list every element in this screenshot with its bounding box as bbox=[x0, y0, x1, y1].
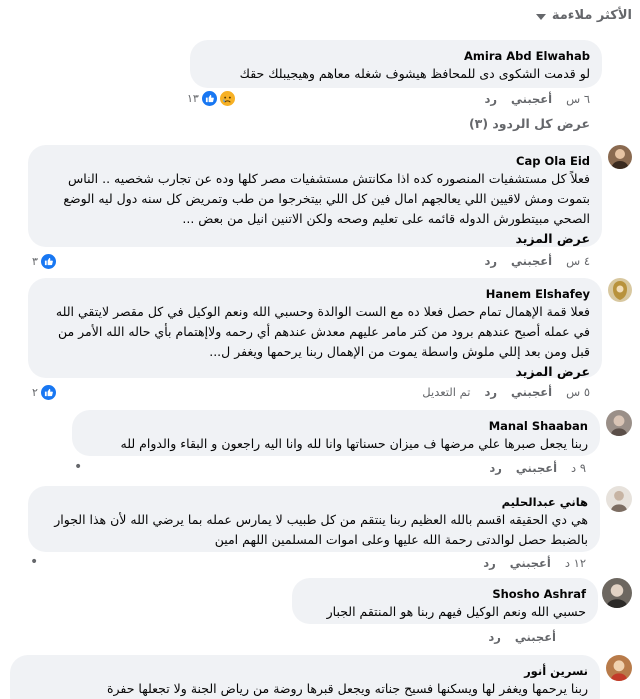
reactions-count[interactable]: ٢ bbox=[30, 384, 58, 401]
avatar[interactable] bbox=[606, 655, 632, 681]
comment-bubble: Shosho Ashraf حسبي الله ونعم الوكيل فيهم… bbox=[292, 578, 598, 624]
reactions-count[interactable]: ٣ bbox=[30, 253, 58, 270]
like-button[interactable]: أعجبني bbox=[510, 556, 551, 570]
reactions-count[interactable]: ١٣ bbox=[185, 90, 237, 107]
comment-bubble: Amira Abd Elwahab لو قدمت الشكوى دى للمح… bbox=[190, 40, 602, 88]
avatar[interactable] bbox=[608, 145, 632, 169]
reply-button[interactable]: رد bbox=[483, 556, 496, 570]
comment-text: فعلاً كل مستشفيات المنصوره كده اذا مكانت… bbox=[63, 171, 590, 226]
reply-button[interactable]: رد bbox=[488, 630, 501, 644]
avatar[interactable] bbox=[608, 278, 632, 302]
see-more-link[interactable]: عرض المزيد bbox=[40, 229, 590, 249]
reply-button[interactable]: رد bbox=[484, 92, 497, 106]
comment-author[interactable]: Hanem Elshafey bbox=[40, 286, 590, 302]
comment-author[interactable]: Cap Ola Eid bbox=[40, 153, 590, 169]
reactions-number: ٢ bbox=[32, 386, 38, 399]
comment-text: هي دي الحقيقه اقسم بالله العظيم ربنا ينت… bbox=[54, 512, 588, 547]
reaction-dot: • bbox=[74, 459, 83, 475]
comment-actions: أعجبني رد bbox=[488, 630, 570, 644]
like-reaction-icon bbox=[40, 254, 56, 269]
reactions-number: ١٣ bbox=[187, 92, 199, 105]
comment-text: حسبي الله ونعم الوكيل فيهم ربنا هو المنت… bbox=[326, 604, 586, 619]
edited-label: تم التعديل bbox=[422, 385, 471, 399]
comment-actions: ٤ س أعجبني رد bbox=[484, 254, 590, 268]
comment-bubble: Cap Ola Eid فعلاً كل مستشفيات المنصوره ك… bbox=[28, 145, 602, 247]
comment-author[interactable]: Manal Shaaban bbox=[84, 418, 588, 434]
sad-reaction-icon bbox=[219, 91, 235, 106]
comment-text: لو قدمت الشكوى دى للمحافظ هيشوف شغله معا… bbox=[239, 66, 590, 81]
comment-time[interactable]: ١٢ د bbox=[565, 556, 586, 570]
comment-text: ربنا يرحمها ويغفر لها ويسكنها فسيح جناته… bbox=[106, 681, 588, 696]
comment-time[interactable]: ٤ س bbox=[566, 254, 590, 268]
comment-author[interactable]: نسرين أنور bbox=[22, 663, 588, 679]
comment-bubble: Manal Shaaban ربنا يجعل صبرها علي مرضها … bbox=[72, 410, 600, 456]
reply-button[interactable]: رد bbox=[489, 461, 502, 475]
comment-time[interactable]: ٦ س bbox=[566, 92, 590, 106]
comment-author[interactable]: هاني عبدالحليم bbox=[40, 494, 588, 510]
like-button[interactable]: أعجبني bbox=[511, 254, 552, 268]
see-more-link[interactable]: عرض المزيد bbox=[40, 362, 590, 382]
sort-filter-label: الأكثر ملاءمة bbox=[551, 8, 632, 23]
like-button[interactable]: أعجبني bbox=[511, 385, 552, 399]
reactions-number: ٣ bbox=[32, 255, 38, 268]
comment-text: ربنا يجعل صبرها علي مرضها ف ميزان حسناته… bbox=[120, 436, 588, 451]
comment-bubble: هاني عبدالحليم هي دي الحقيقه اقسم بالله … bbox=[28, 486, 600, 552]
like-button[interactable]: أعجبني bbox=[515, 630, 556, 644]
like-reaction-icon bbox=[40, 385, 56, 400]
comment-bubble: Hanem Elshafey فعلا قمة الإهمال تمام حصل… bbox=[28, 278, 602, 379]
sort-filter[interactable]: الأكثر ملاءمة bbox=[535, 8, 632, 23]
like-button[interactable]: أعجبني bbox=[511, 92, 552, 106]
reply-button[interactable]: رد bbox=[484, 385, 497, 399]
comment-time[interactable]: ٩ د bbox=[571, 461, 586, 475]
like-reaction-icon bbox=[201, 91, 217, 106]
comment-time[interactable]: ٥ س bbox=[566, 385, 590, 399]
comment-author[interactable]: Shosho Ashraf bbox=[304, 586, 586, 602]
avatar[interactable] bbox=[606, 486, 632, 512]
reply-button[interactable]: رد bbox=[484, 254, 497, 268]
avatar[interactable] bbox=[606, 410, 632, 436]
avatar[interactable] bbox=[602, 578, 632, 608]
reaction-dot: • bbox=[30, 554, 39, 570]
comment-author[interactable]: Amira Abd Elwahab bbox=[202, 48, 590, 64]
like-button[interactable]: أعجبني bbox=[516, 461, 557, 475]
comment-actions: ٦ س أعجبني رد bbox=[484, 92, 590, 106]
comment-text: فعلا قمة الإهمال تمام حصل فعلا ده مع الس… bbox=[55, 304, 590, 359]
view-all-replies[interactable]: عرض كل الردود (٣) bbox=[469, 116, 590, 131]
caret-down-icon bbox=[535, 13, 546, 20]
comment-actions: ٥ س أعجبني رد تم التعديل bbox=[422, 385, 590, 399]
comment-bubble: نسرين أنور ربنا يرحمها ويغفر لها ويسكنها… bbox=[10, 655, 600, 699]
comment-actions: ٩ د أعجبني رد bbox=[489, 461, 586, 475]
comment-actions: ١٢ د أعجبني رد bbox=[483, 556, 586, 570]
